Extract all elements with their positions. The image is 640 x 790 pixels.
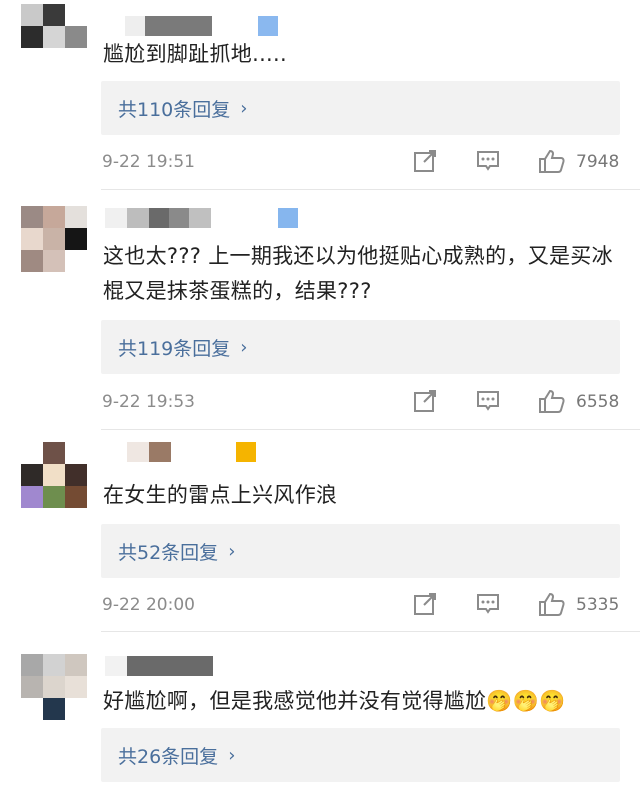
username-mosaic-cell bbox=[145, 16, 180, 36]
avatar-mosaic-cell bbox=[65, 4, 87, 26]
like-icon[interactable] bbox=[538, 148, 565, 174]
reply-thread-button[interactable]: 共110条回复 › bbox=[101, 81, 620, 135]
avatar-mosaic-cell bbox=[65, 486, 87, 508]
username-mosaic-cell bbox=[169, 208, 189, 228]
avatar-mosaic-cell bbox=[43, 4, 65, 26]
avatar-mosaic-cell bbox=[65, 26, 87, 48]
avatar-mosaic-cell bbox=[65, 206, 87, 228]
avatar-mosaic-cell bbox=[43, 698, 65, 720]
member-badge bbox=[278, 208, 298, 228]
avatar-mosaic-cell bbox=[21, 4, 43, 26]
avatar-mosaic-cell bbox=[65, 464, 87, 486]
reply-count-label: 共52条回复 bbox=[118, 541, 219, 564]
divider bbox=[101, 189, 640, 190]
timestamp: 9-22 20:00 bbox=[102, 595, 195, 615]
avatar-mosaic-cell bbox=[65, 48, 87, 70]
avatar-mosaic-cell bbox=[65, 228, 87, 250]
comment-meta: 9-22 19:53 6558 bbox=[102, 388, 622, 418]
comment-meta: 9-22 19:51 7948 bbox=[102, 148, 622, 178]
username-mosaic-cell bbox=[180, 16, 212, 36]
reply-thread-button[interactable]: 共26条回复 › bbox=[101, 728, 620, 782]
username-mosaic-cell bbox=[127, 208, 149, 228]
like-count: 6558 bbox=[576, 392, 620, 412]
chevron-right-icon: › bbox=[240, 336, 248, 358]
avatar-mosaic-cell bbox=[21, 26, 43, 48]
avatar-mosaic-cell bbox=[21, 228, 43, 250]
avatar-mosaic-cell bbox=[21, 698, 43, 720]
avatar-mosaic-cell bbox=[43, 26, 65, 48]
reply-count-label: 共26条回复 bbox=[118, 745, 219, 768]
avatar-mosaic-cell bbox=[43, 654, 65, 676]
username-mosaic-cell bbox=[105, 208, 127, 228]
avatar-mosaic-cell bbox=[65, 654, 87, 676]
avatar[interactable] bbox=[21, 442, 87, 508]
comment-icon[interactable] bbox=[475, 148, 501, 174]
username-blurred[interactable] bbox=[105, 656, 213, 676]
avatar-mosaic-cell bbox=[21, 486, 43, 508]
username-mosaic-cell bbox=[125, 16, 145, 36]
comment-text: 尴尬到脚趾抓地..... bbox=[103, 42, 287, 66]
reply-count-label: 共110条回复 bbox=[118, 98, 231, 121]
repost-icon[interactable] bbox=[412, 591, 438, 617]
avatar[interactable] bbox=[21, 206, 87, 272]
username-mosaic-cell bbox=[127, 656, 213, 676]
like-count: 5335 bbox=[576, 595, 620, 615]
avatar-mosaic-cell bbox=[43, 676, 65, 698]
avatar-mosaic-cell bbox=[65, 442, 87, 464]
username-blurred[interactable] bbox=[105, 442, 171, 462]
reply-thread-button[interactable]: 共52条回复 › bbox=[101, 524, 620, 578]
username-mosaic-cell bbox=[127, 442, 149, 462]
repost-icon[interactable] bbox=[412, 148, 438, 174]
avatar-mosaic-cell bbox=[21, 48, 43, 70]
avatar-mosaic-cell bbox=[21, 442, 43, 464]
avatar-mosaic-cell bbox=[65, 698, 87, 720]
username-mosaic-cell bbox=[149, 208, 169, 228]
member-badge bbox=[258, 16, 278, 36]
comment-text: 这也太??? 上一期我还以为他挺贴心成熟的，又是买冰棍又是抹茶蛋糕的，结果??? bbox=[103, 244, 613, 303]
avatar-mosaic-cell bbox=[43, 206, 65, 228]
avatar-mosaic-cell bbox=[65, 250, 87, 272]
comment-icon[interactable] bbox=[475, 388, 501, 414]
username-blurred[interactable] bbox=[105, 16, 212, 36]
comment-meta: 9-22 20:00 5335 bbox=[102, 591, 622, 621]
divider bbox=[101, 631, 640, 632]
repost-icon[interactable] bbox=[412, 388, 438, 414]
reply-count-label: 共119条回复 bbox=[118, 337, 231, 360]
avatar-mosaic-cell bbox=[21, 206, 43, 228]
avatar-mosaic-cell bbox=[21, 464, 43, 486]
reply-thread-button[interactable]: 共119条回复 › bbox=[101, 320, 620, 374]
avatar-mosaic-cell bbox=[43, 464, 65, 486]
chevron-right-icon: › bbox=[228, 744, 236, 766]
username-mosaic-cell bbox=[189, 208, 211, 228]
username-mosaic-cell bbox=[149, 442, 171, 462]
like-icon[interactable] bbox=[538, 388, 565, 414]
timestamp: 9-22 19:53 bbox=[102, 392, 195, 412]
timestamp: 9-22 19:51 bbox=[102, 152, 195, 172]
avatar-mosaic-cell bbox=[43, 442, 65, 464]
username-mosaic-cell bbox=[105, 16, 125, 36]
divider bbox=[101, 429, 640, 430]
chevron-right-icon: › bbox=[228, 540, 236, 562]
avatar-mosaic-cell bbox=[21, 654, 43, 676]
avatar[interactable] bbox=[21, 4, 87, 70]
chevron-right-icon: › bbox=[240, 97, 248, 119]
avatar-mosaic-cell bbox=[43, 250, 65, 272]
like-count: 7948 bbox=[576, 152, 620, 172]
member-badge bbox=[236, 442, 256, 462]
username-mosaic-cell bbox=[105, 656, 127, 676]
comment-text: 在女生的雷点上兴风作浪 bbox=[103, 483, 338, 507]
comment-icon[interactable] bbox=[475, 591, 501, 617]
avatar-mosaic-cell bbox=[43, 48, 65, 70]
avatar[interactable] bbox=[21, 654, 87, 720]
avatar-mosaic-cell bbox=[21, 250, 43, 272]
avatar-mosaic-cell bbox=[65, 676, 87, 698]
comment-text: 好尴尬啊，但是我感觉他并没有觉得尴尬🤭🤭🤭 bbox=[103, 689, 566, 713]
avatar-mosaic-cell bbox=[43, 486, 65, 508]
avatar-mosaic-cell bbox=[21, 676, 43, 698]
username-blurred[interactable] bbox=[105, 208, 211, 228]
username-mosaic-cell bbox=[105, 442, 127, 462]
avatar-mosaic-cell bbox=[43, 228, 65, 250]
like-icon[interactable] bbox=[538, 591, 565, 617]
